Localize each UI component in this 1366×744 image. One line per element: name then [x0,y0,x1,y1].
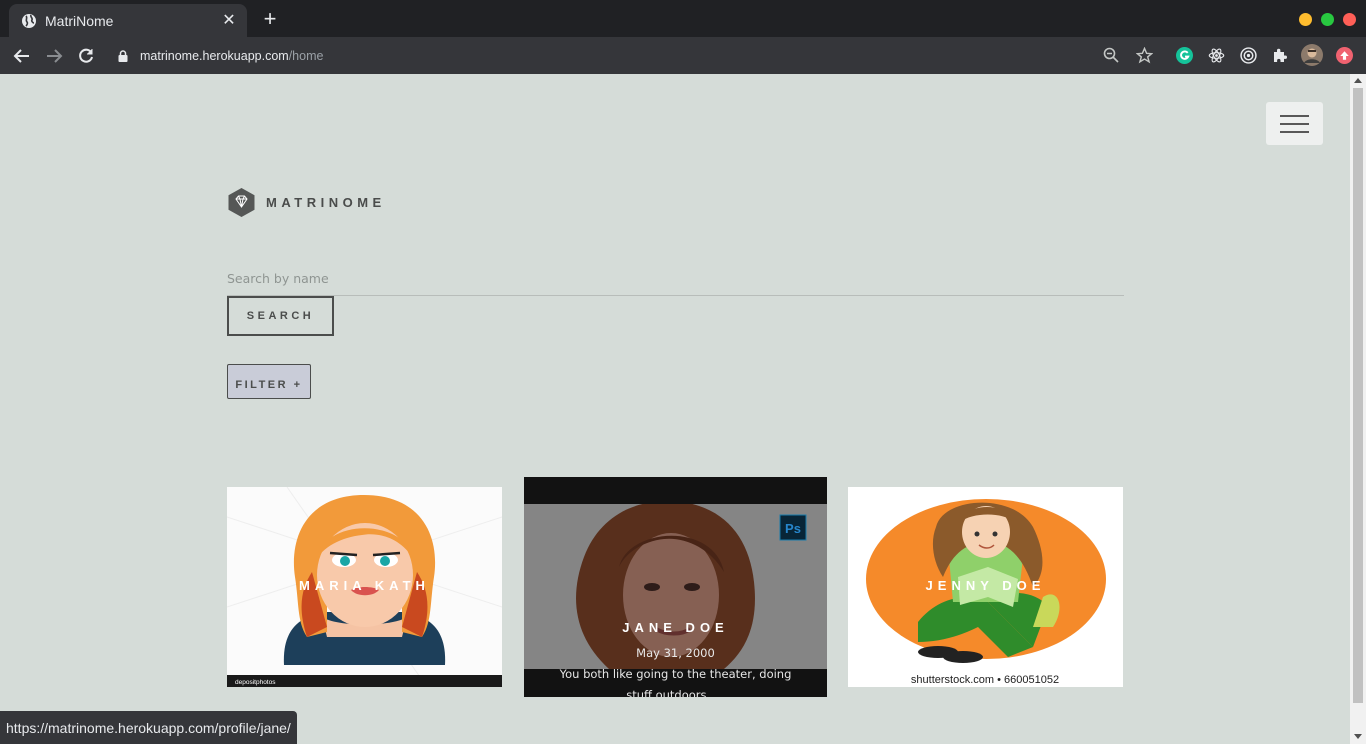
maximize-window-button[interactable] [1321,13,1334,26]
globe-icon [22,13,36,28]
profile-name: JENNY DOE [925,578,1046,593]
back-icon[interactable] [10,44,34,68]
browser-toolbar: matrinome.herokuapp.com/home [0,37,1366,74]
url-host: matrinome.herokuapp.com [140,48,289,63]
minimize-window-button[interactable] [1299,13,1312,26]
profile-date: May 31, 2000 [636,646,715,660]
scroll-down-arrow[interactable] [1354,734,1362,739]
profile-card-jane[interactable]: Ps JANE DOE May 31, 2000 You both like g… [524,477,827,697]
address-bar[interactable]: matrinome.herokuapp.com/home [118,43,323,68]
profile-card-maria[interactable]: depositphotos MARIA KATH [227,487,502,687]
page-scrollbar[interactable] [1350,74,1366,744]
profile-name: MARIA KATH [299,578,430,593]
grammarly-extension-icon[interactable] [1174,45,1194,65]
lock-icon [118,49,128,62]
zoom-out-icon[interactable] [1101,45,1121,65]
react-devtools-icon[interactable] [1206,45,1226,65]
search-button[interactable]: SEARCH [227,296,334,336]
browser-tab[interactable]: MatriNome ✕ [9,4,247,37]
browser-tabbar: MatriNome ✕ + [0,0,1366,37]
image-credit: depositphotos [235,679,276,686]
profile-name: JANE DOE [622,620,729,635]
site-logo[interactable]: MATRINOME [228,188,386,217]
tab-title: MatriNome [45,12,114,29]
extensions-puzzle-icon[interactable] [1270,45,1290,65]
scroll-up-arrow[interactable] [1354,78,1362,83]
hamburger-line [1280,114,1309,117]
brand-name: MATRINOME [266,195,386,210]
profile-card-jenny[interactable]: shutterstock.com • 660051052 JENNY DOE [848,487,1123,687]
reload-icon[interactable] [74,44,98,68]
close-tab-icon[interactable]: ✕ [221,12,237,29]
link-status-bar: https://matrinome.herokuapp.com/profile/… [0,711,297,744]
close-window-button[interactable] [1343,13,1356,26]
target-extension-icon[interactable] [1238,45,1258,65]
bookmark-star-icon[interactable] [1134,45,1154,65]
hamburger-line [1280,122,1309,125]
profile-avatar-icon[interactable] [1301,44,1323,66]
image-credit: shutterstock.com • 660051052 [911,674,1059,686]
diamond-hexagon-icon [228,188,255,217]
update-extension-icon[interactable] [1334,45,1354,65]
profile-description: You both like going to the theater, doin… [559,667,792,697]
hamburger-line [1280,130,1309,133]
url-path: /home [288,48,324,63]
scroll-thumb[interactable] [1353,88,1363,703]
forward-icon[interactable] [42,44,66,68]
page-viewport: MATRINOME SEARCH FILTER + depositphotos … [0,74,1366,744]
search-by-name-input[interactable] [227,262,1124,296]
filter-button[interactable]: FILTER + [227,364,311,399]
hamburger-menu-button[interactable] [1266,102,1323,145]
new-tab-icon[interactable]: + [258,8,282,32]
